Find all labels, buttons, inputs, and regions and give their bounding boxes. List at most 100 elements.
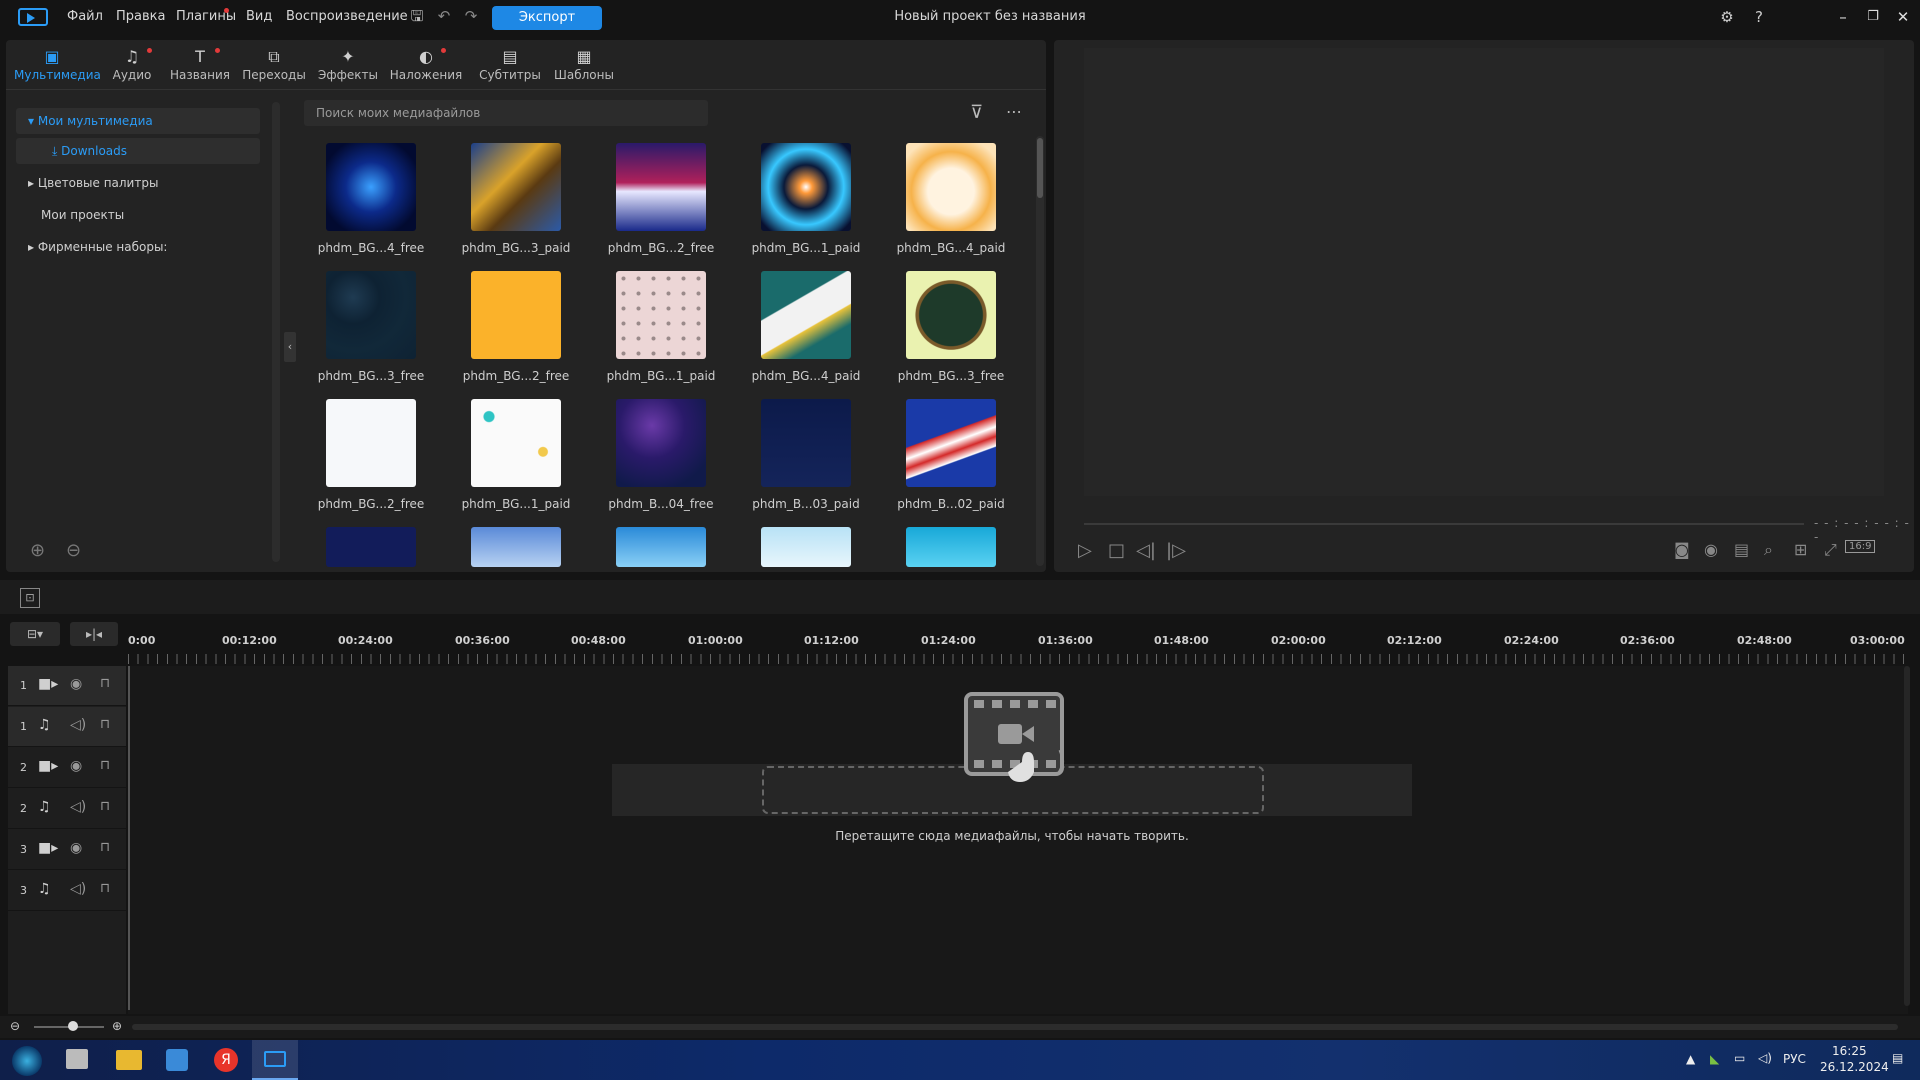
- eye-icon[interactable]: ◉: [70, 758, 82, 774]
- track-header-audio-1[interactable]: 1 ♫ ◁) ⊓: [8, 707, 126, 747]
- layout-icon[interactable]: ⊞: [1794, 540, 1807, 559]
- timeline-horizontal-scrollbar[interactable]: [132, 1024, 1898, 1030]
- menu-edit[interactable]: Правка: [116, 9, 165, 24]
- task-view-icon[interactable]: [66, 1049, 88, 1069]
- media-item[interactable]: phdm_BG...1_paid: [743, 143, 860, 268]
- scrollbar-thumb[interactable]: [1037, 138, 1043, 198]
- menu-view[interactable]: Вид: [246, 9, 272, 24]
- aspect-ratio-button[interactable]: 16:9: [1845, 540, 1876, 553]
- menu-file[interactable]: Файл: [67, 9, 103, 24]
- nvidia-icon[interactable]: ◣: [1710, 1052, 1719, 1066]
- lock-icon[interactable]: ⊓: [100, 758, 110, 773]
- track-header-video-3[interactable]: 3 ■▸ ◉ ⊓: [8, 830, 126, 870]
- more-options-icon[interactable]: ⋯: [1006, 102, 1022, 121]
- zoom-in-icon[interactable]: ⊕: [112, 1019, 122, 1033]
- undo-icon[interactable]: ↶: [435, 7, 453, 25]
- tab-overlays[interactable]: ◐ Наложения: [388, 44, 464, 88]
- media-item[interactable]: [888, 527, 998, 567]
- save-icon[interactable]: 🖫: [408, 7, 426, 25]
- add-tag-icon[interactable]: ⊕: [30, 540, 45, 561]
- zoom-icon[interactable]: ⌕: [1764, 540, 1773, 560]
- media-item[interactable]: [308, 527, 418, 567]
- store-icon[interactable]: [166, 1049, 188, 1071]
- active-app-powerdirector-icon[interactable]: [252, 1040, 298, 1080]
- stop-icon[interactable]: □: [1108, 540, 1125, 561]
- tab-templates[interactable]: ▦ Шаблоны: [546, 44, 622, 88]
- timeline-ruler[interactable]: [128, 654, 1908, 664]
- media-item[interactable]: phdm_BG...4_paid: [743, 271, 860, 396]
- zoom-slider-handle[interactable]: [68, 1021, 78, 1031]
- media-item[interactable]: phdm_BG...3_paid: [453, 143, 570, 268]
- tree-scrollbar[interactable]: [272, 102, 280, 562]
- next-frame-icon[interactable]: |▷: [1166, 540, 1186, 561]
- media-item[interactable]: [743, 527, 853, 567]
- preview-seek-bar[interactable]: [1084, 523, 1804, 525]
- play-icon[interactable]: ▷: [1078, 540, 1092, 561]
- tree-item-color-palettes[interactable]: ▸ Цветовые палитры: [16, 170, 260, 196]
- redo-icon[interactable]: ↷: [462, 7, 480, 25]
- start-button-icon[interactable]: [12, 1046, 42, 1076]
- menu-playback[interactable]: Воспроизведение: [286, 9, 408, 24]
- track-header-audio-3[interactable]: 3 ♫ ◁) ⊓: [8, 871, 126, 911]
- lock-icon[interactable]: ⊓: [100, 676, 110, 691]
- minimize-button[interactable]: –: [1832, 6, 1854, 28]
- tree-item-downloads[interactable]: ⤓ Downloads: [16, 138, 260, 164]
- tree-item-my-media[interactable]: ▾ Мои мультимедиа: [16, 108, 260, 134]
- snapshot-camera-icon[interactable]: ◙: [1674, 540, 1690, 559]
- media-item[interactable]: [598, 527, 708, 567]
- zoom-out-icon[interactable]: ⊖: [10, 1019, 20, 1033]
- lock-icon[interactable]: ⊓: [100, 799, 110, 814]
- track-header-video-1[interactable]: 1 ■▸ ◉ ⊓: [8, 666, 126, 706]
- eye-icon[interactable]: ◉: [70, 676, 82, 692]
- media-item[interactable]: phdm_B...04_free: [598, 399, 714, 524]
- media-item[interactable]: [453, 527, 563, 567]
- timeline-vertical-scrollbar[interactable]: [1904, 666, 1910, 1006]
- track-header-video-2[interactable]: 2 ■▸ ◉ ⊓: [8, 748, 126, 788]
- media-item[interactable]: phdm_B...03_paid: [743, 399, 860, 524]
- tree-item-my-projects[interactable]: Мои проекты: [16, 202, 260, 228]
- tab-transitions[interactable]: ⧉ Переходы: [236, 44, 312, 88]
- yandex-browser-icon[interactable]: Я: [214, 1048, 238, 1072]
- speaker-icon[interactable]: ◁): [70, 881, 86, 897]
- media-item[interactable]: phdm_BG...2_free: [308, 399, 424, 524]
- lock-icon[interactable]: ⊓: [100, 717, 110, 732]
- tab-effects[interactable]: ✦ Эффекты: [310, 44, 386, 88]
- media-item[interactable]: phdm_BG...1_paid: [598, 271, 715, 396]
- track-header-audio-2[interactable]: 2 ♫ ◁) ⊓: [8, 789, 126, 829]
- lock-icon[interactable]: ⊓: [100, 881, 110, 896]
- collapse-panel-button[interactable]: ‹: [284, 332, 296, 362]
- media-item[interactable]: phdm_BG...3_free: [888, 271, 1004, 396]
- media-item[interactable]: phdm_BG...2_free: [453, 271, 569, 396]
- track-manager-button[interactable]: ⊟▾: [10, 622, 60, 646]
- media-search-input[interactable]: Поиск моих медиафайлов: [304, 100, 708, 126]
- media-item[interactable]: phdm_BG...3_free: [308, 271, 424, 396]
- remove-tag-icon[interactable]: ⊖: [66, 540, 81, 561]
- language-indicator[interactable]: РУС: [1783, 1052, 1806, 1066]
- media-grid-scrollbar[interactable]: [1036, 136, 1044, 566]
- tab-media[interactable]: ▣ Мультимедиа: [14, 44, 101, 88]
- export-button[interactable]: Экспорт: [492, 6, 602, 30]
- media-item[interactable]: phdm_BG...2_free: [598, 143, 714, 268]
- eye-icon[interactable]: ◉: [70, 840, 82, 856]
- tray-arrow-icon[interactable]: ▲: [1686, 1052, 1695, 1066]
- file-explorer-icon[interactable]: [116, 1050, 142, 1070]
- speaker-icon[interactable]: ◁): [70, 799, 86, 815]
- media-item[interactable]: phdm_BG...4_paid: [888, 143, 1005, 268]
- tab-audio[interactable]: ♫ Аудио: [94, 44, 170, 88]
- tree-item-brand-kits[interactable]: ▸ Фирменные наборы:: [16, 234, 260, 260]
- network-icon[interactable]: ▭: [1734, 1051, 1745, 1065]
- storyboard-toggle-icon[interactable]: ⊡: [20, 588, 40, 608]
- filter-icon[interactable]: ⊽: [970, 102, 983, 123]
- settings-gear-icon[interactable]: ⚙: [1716, 6, 1738, 28]
- media-item[interactable]: phdm_B...02_paid: [888, 399, 1005, 524]
- fit-timeline-button[interactable]: ▸|◂: [70, 622, 118, 646]
- fullscreen-icon[interactable]: ⤢: [1824, 540, 1837, 560]
- restore-button[interactable]: ❐: [1862, 6, 1884, 28]
- volume-icon[interactable]: ◁): [1758, 1051, 1772, 1065]
- close-button[interactable]: ✕: [1892, 6, 1914, 28]
- help-icon[interactable]: ?: [1748, 6, 1770, 28]
- lock-icon[interactable]: ⊓: [100, 840, 110, 855]
- speaker-icon[interactable]: ◁): [70, 717, 86, 733]
- media-item[interactable]: phdm_BG...4_free: [308, 143, 424, 268]
- playhead[interactable]: [128, 666, 130, 1010]
